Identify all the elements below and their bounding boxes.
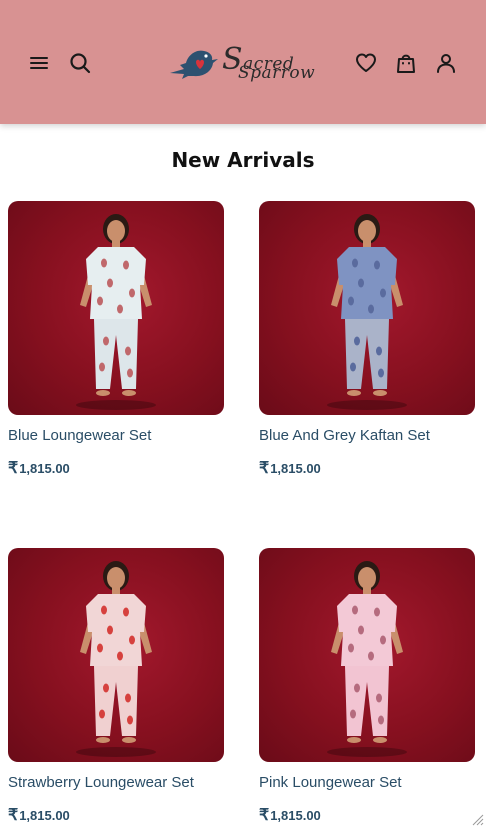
section-title: New Arrivals [171, 148, 315, 172]
product-card[interactable]: Blue And Grey Kaftan Set ₹ 1,815.00 [259, 201, 475, 478]
product-price: ₹ 1,815.00 [259, 805, 475, 825]
product-card[interactable]: Pink Loungewear Set ₹ 1,815.00 [259, 548, 475, 825]
product-image[interactable] [8, 548, 224, 762]
resize-grip-icon[interactable] [470, 812, 484, 826]
price-value: 1,815.00 [270, 807, 321, 823]
product-card[interactable]: Blue Loungewear Set ₹ 1,815.00 [8, 201, 224, 478]
product-image[interactable] [259, 548, 475, 762]
product-photo [76, 561, 156, 757]
product-name[interactable]: Strawberry Loungewear Set [8, 774, 224, 791]
brand-logo[interactable]: Sacred Sparrow [166, 40, 320, 86]
product-name[interactable]: Pink Loungewear Set [259, 774, 475, 791]
rupee-icon: ₹ [8, 807, 19, 824]
product-photo [327, 214, 407, 410]
shopping-bag-icon[interactable] [393, 50, 419, 76]
product-photo [327, 561, 407, 757]
product-price: ₹ 1,815.00 [259, 458, 475, 478]
brand-initial-s2: S [238, 62, 251, 83]
price-value: 1,815.00 [270, 460, 321, 476]
product-card[interactable]: Strawberry Loungewear Set ₹ 1,815.00 [8, 548, 224, 825]
rupee-icon: ₹ [8, 460, 19, 477]
brand-name: Sacred Sparrow [222, 44, 316, 83]
search-icon[interactable] [67, 50, 93, 76]
product-name[interactable]: Blue And Grey Kaftan Set [259, 427, 475, 444]
rupee-icon: ₹ [259, 460, 270, 477]
product-price: ₹ 1,815.00 [8, 805, 224, 825]
product-name[interactable]: Blue Loungewear Set [8, 427, 224, 444]
price-value: 1,815.00 [19, 460, 70, 476]
rupee-icon: ₹ [259, 807, 270, 824]
site-header: Sacred Sparrow [0, 0, 486, 124]
sparrow-logo-icon [170, 50, 218, 79]
price-value: 1,815.00 [19, 807, 70, 823]
product-price: ₹ 1,815.00 [8, 458, 224, 478]
heart-icon[interactable] [353, 50, 379, 76]
product-image[interactable] [8, 201, 224, 415]
product-photo [76, 214, 156, 410]
user-icon[interactable] [433, 50, 459, 76]
brand-word-sparrow: parrow [250, 62, 316, 83]
menu-icon[interactable] [26, 50, 52, 76]
product-image[interactable] [259, 201, 475, 415]
